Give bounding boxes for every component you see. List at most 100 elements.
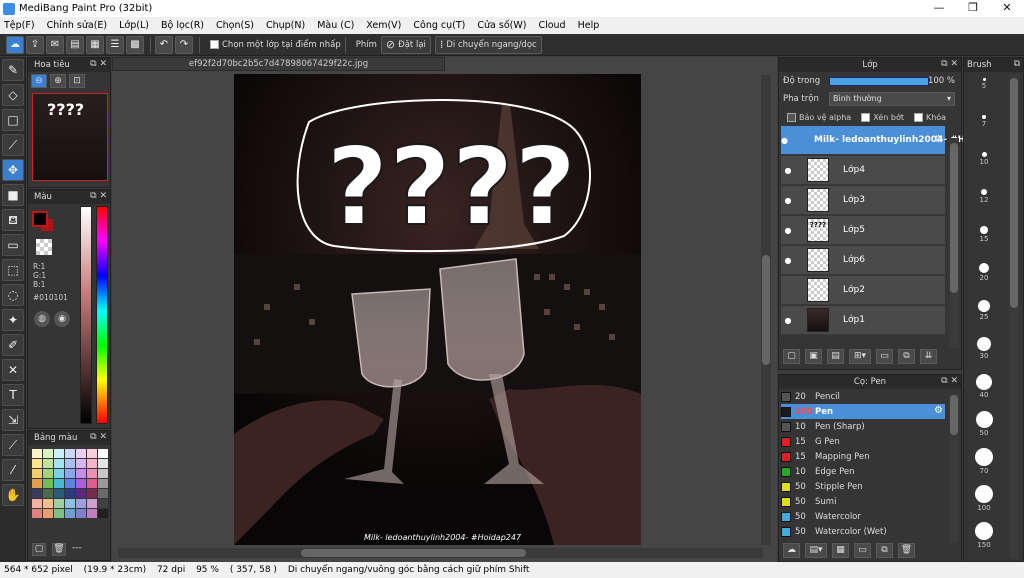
brush-size-option[interactable]: 100 — [969, 485, 999, 512]
palette-swatch[interactable] — [76, 459, 86, 468]
transparent-color-swatch[interactable] — [36, 239, 52, 255]
gear-icon[interactable]: ⚙ — [934, 134, 943, 145]
new-palette-icon[interactable]: ▢ — [32, 543, 46, 556]
layer-row[interactable]: Lớp2 — [781, 276, 945, 305]
palette-swatch[interactable] — [32, 479, 42, 488]
menu-layer[interactable]: Lớp(L) — [119, 20, 149, 31]
menu-file[interactable]: Tệp(F) — [4, 20, 35, 31]
blend-mode-select[interactable]: Bình thường ▾ — [829, 92, 955, 106]
palette-swatch[interactable] — [43, 499, 53, 508]
palette-swatch[interactable] — [76, 499, 86, 508]
brush-row[interactable]: 10 Pen (Sharp) — [781, 419, 945, 434]
foreground-color-swatch[interactable] — [32, 211, 48, 227]
scrollbar-thumb[interactable] — [301, 549, 526, 557]
bucket-tool-icon[interactable]: ⛾ — [2, 209, 24, 231]
add-layer-menu-icon[interactable]: ⊞▾ — [849, 349, 871, 364]
maximize-button[interactable]: ❐ — [956, 0, 990, 17]
panel-close-icon[interactable]: ⧉ ✕ — [90, 191, 107, 201]
menu-window[interactable]: Cửa số(W) — [477, 20, 526, 31]
list-icon[interactable]: ☰ — [106, 35, 124, 54]
palette-swatch[interactable] — [65, 509, 75, 518]
cloud-icon[interactable]: ☁ — [6, 35, 24, 54]
palette-swatch[interactable] — [43, 489, 53, 498]
brush-folder-icon[interactable]: ▭ — [854, 543, 871, 558]
reset-button[interactable]: ⊘ Đặt lại — [380, 35, 431, 54]
palette-swatch[interactable] — [43, 459, 53, 468]
brush-row[interactable]: 50 Stipple Pen — [781, 479, 945, 494]
palette-swatch[interactable] — [87, 459, 97, 468]
saturation-slider[interactable] — [80, 206, 92, 424]
eye-icon[interactable]: ● — [781, 316, 795, 325]
palette-swatch[interactable] — [43, 509, 53, 518]
move-axis-button[interactable]: ⁞ Di chuyển ngang/dọc — [434, 35, 542, 54]
eye-icon[interactable]: ● — [781, 166, 795, 175]
palette-swatch[interactable] — [98, 489, 108, 498]
menu-select[interactable]: Chọn(S) — [216, 20, 254, 31]
delete-palette-icon[interactable]: 🗑 — [52, 543, 66, 556]
palette-swatch[interactable] — [54, 449, 64, 458]
canvas-horizontal-scrollbar[interactable] — [118, 548, 763, 558]
lock-option[interactable]: Khóa — [913, 112, 946, 122]
duplicate-layer-icon[interactable]: ⧉ — [898, 349, 915, 364]
palette-swatch[interactable] — [32, 459, 42, 468]
palette-swatch[interactable] — [32, 449, 42, 458]
protect-alpha-option[interactable]: Bảo vệ alpha — [787, 112, 851, 122]
canvas-artwork[interactable]: ???? Milk- ledoanthuylinh2004- #Hoidap24… — [234, 74, 641, 545]
palette-swatch[interactable] — [54, 499, 64, 508]
lock-checkbox[interactable] — [913, 112, 923, 122]
scrollbar-thumb[interactable] — [1010, 78, 1018, 308]
line-tool-icon[interactable]: ⟋ — [2, 134, 24, 156]
palette-swatch[interactable] — [87, 489, 97, 498]
scrollbar-thumb[interactable] — [762, 255, 770, 365]
brush-tool-icon[interactable]: ✎ — [2, 59, 24, 81]
palette-swatch[interactable] — [54, 479, 64, 488]
add-brush-icon[interactable]: ▤▾ — [805, 543, 827, 558]
select-layer-checkbox[interactable] — [210, 40, 219, 49]
brush-row[interactable]: 50 Watercolor — [781, 509, 945, 524]
palette-swatch[interactable] — [54, 489, 64, 498]
palette-swatch[interactable] — [43, 449, 53, 458]
brush-size-option[interactable]: 150 — [969, 522, 999, 549]
palette-swatch[interactable] — [76, 509, 86, 518]
brush-row[interactable]: 50 Watercolor (Wet) — [781, 524, 945, 539]
palette-swatch[interactable] — [98, 499, 108, 508]
palette-swatch[interactable] — [32, 509, 42, 518]
new-layer-icon[interactable]: ▢ — [783, 349, 800, 364]
clipping-checkbox[interactable] — [861, 112, 871, 122]
brush-settings-icon[interactable]: ▦ — [832, 543, 849, 558]
palette-swatch[interactable] — [76, 469, 86, 478]
palette-swatch[interactable] — [76, 489, 86, 498]
select-eraser-tool-icon[interactable]: ✕ — [2, 359, 24, 381]
new-8bit-layer-icon[interactable]: ▤ — [827, 349, 844, 364]
scrollbar-thumb[interactable] — [950, 143, 958, 293]
menu-filter[interactable]: Bộ lọc(R) — [161, 20, 204, 31]
eye-icon[interactable]: ● — [781, 196, 795, 205]
palette-swatch[interactable] — [65, 499, 75, 508]
palette-swatch[interactable] — [54, 459, 64, 468]
eye-icon[interactable]: ● — [781, 256, 795, 265]
palette-swatch[interactable] — [87, 479, 97, 488]
redo-icon[interactable]: ↷ — [175, 35, 193, 54]
hand-tool-icon[interactable]: ✋ — [2, 484, 24, 506]
panel-close-icon[interactable]: ⧉ ✕ — [941, 59, 958, 69]
layer-row[interactable]: ●???? Lớp5 — [781, 216, 945, 245]
brush-size-option[interactable]: 10 — [969, 152, 999, 166]
select-pen-tool-icon[interactable]: ✐ — [2, 334, 24, 356]
brush-row[interactable]: 200 Pen ⚙ — [781, 404, 945, 419]
cloud-brush-icon[interactable]: ☁ — [783, 543, 800, 558]
menu-color[interactable]: Màu (C) — [317, 20, 354, 31]
palette-swatch[interactable] — [98, 459, 108, 468]
fill-rect-tool-icon[interactable]: ■ — [2, 184, 24, 206]
color-picker-icon[interactable]: ◉ — [54, 311, 70, 327]
minimize-button[interactable]: — — [922, 0, 956, 17]
brush-size-scrollbar[interactable] — [1009, 74, 1019, 559]
brush-size-option[interactable]: 30 — [969, 337, 999, 360]
brush-size-option[interactable]: 20 — [969, 263, 999, 282]
undo-icon[interactable]: ↶ — [155, 35, 173, 54]
layer-row[interactable]: ● Lớp3 — [781, 186, 945, 215]
layer-scrollbar[interactable] — [949, 138, 959, 348]
brush-size-option[interactable]: 15 — [969, 226, 999, 243]
palette-swatch[interactable] — [98, 509, 108, 518]
lasso-tool-icon[interactable]: ◌ — [2, 284, 24, 306]
eyedropper-tool-icon[interactable]: ⁄ — [2, 459, 24, 481]
